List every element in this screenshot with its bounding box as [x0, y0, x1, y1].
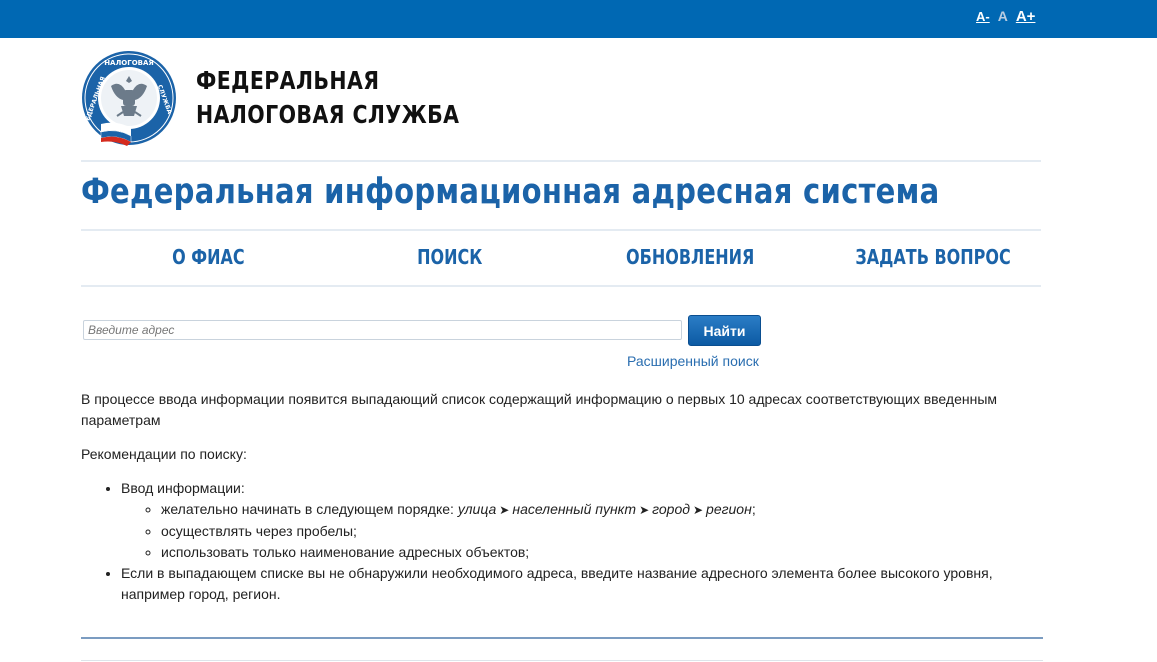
- footer-divider: [81, 660, 1043, 661]
- list-item: желательно начинать в следующем порядке:…: [161, 499, 1041, 521]
- arrow-right-icon: ➤: [639, 503, 650, 517]
- svg-text:НАЛОГОВАЯ: НАЛОГОВАЯ: [104, 59, 154, 67]
- nav-item-search[interactable]: ПОИСК: [417, 245, 482, 269]
- nav-item-about[interactable]: О ФИАС: [172, 245, 245, 269]
- normal-font-button[interactable]: A: [998, 8, 1008, 24]
- intro-text: В процессе ввода информации появится вып…: [81, 391, 998, 428]
- decrease-font-button[interactable]: A-: [976, 9, 990, 24]
- list-item: осуществлять через пробелы;: [161, 521, 1041, 542]
- nav-item-ask-question[interactable]: ЗАДАТЬ ВОПРОС: [855, 245, 1010, 269]
- recommendations-title: Рекомендации по поиску:: [81, 446, 247, 462]
- increase-font-button[interactable]: A+: [1016, 8, 1036, 25]
- org-name-line1: ФЕДЕРАЛЬНАЯ: [196, 66, 380, 95]
- org-name-line2: НАЛОГОВАЯ СЛУЖБА: [196, 100, 460, 129]
- advanced-search-link[interactable]: Расширенный поиск: [627, 353, 759, 369]
- arrow-right-icon: ➤: [499, 503, 510, 517]
- fns-emblem-icon[interactable]: НАЛОГОВАЯ ФЕДЕРАЛЬНАЯ СЛУЖБА: [81, 50, 177, 146]
- order-city: город: [652, 501, 690, 517]
- font-size-controls: A- A A+: [976, 8, 1035, 25]
- main-nav: О ФИАС ПОИСК ОБНОВЛЕНИЯ ЗАДАТЬ ВОПРОС: [81, 231, 1041, 285]
- address-search-input[interactable]: [83, 320, 682, 340]
- list-item: Если в выпадающем списке вы не обнаружил…: [121, 563, 1041, 605]
- list-item: Ввод информации: желательно начинать в с…: [121, 478, 1041, 563]
- footer-divider: [81, 637, 1043, 639]
- order-street: улица: [457, 501, 497, 517]
- order-locality: населенный пункт: [512, 501, 637, 517]
- list-item-text: ;: [751, 501, 756, 517]
- divider: [81, 160, 1041, 162]
- order-region: регион: [706, 501, 752, 517]
- nav-item-updates[interactable]: ОБНОВЛЕНИЯ: [626, 245, 754, 269]
- arrow-right-icon: ➤: [692, 503, 704, 517]
- search-help: В процессе ввода информации появится вып…: [81, 389, 1041, 605]
- list-item-text: Ввод информации:: [121, 480, 245, 496]
- search-button[interactable]: Найти: [688, 315, 761, 346]
- recommendations-list: Ввод информации: желательно начинать в с…: [81, 478, 1041, 605]
- list-item-text: желательно начинать в следующем порядке:: [161, 501, 458, 517]
- top-bar: A- A A+: [0, 0, 1157, 38]
- sub-list: желательно начинать в следующем порядке:…: [121, 499, 1041, 563]
- org-name: ФЕДЕРАЛЬНАЯ НАЛОГОВАЯ СЛУЖБА: [196, 64, 459, 132]
- divider: [81, 285, 1041, 287]
- page-title: Федеральная информационная адресная сист…: [81, 172, 940, 212]
- list-item: использовать только наименование адресны…: [161, 542, 1041, 563]
